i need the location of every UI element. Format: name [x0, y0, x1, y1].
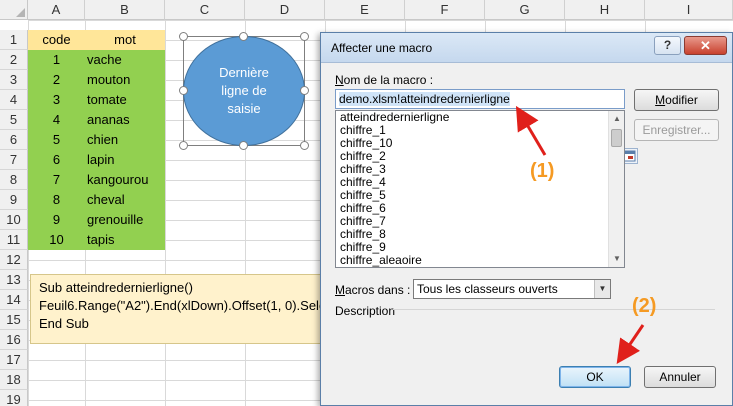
table-cell-mot[interactable]: kangourou: [85, 170, 165, 190]
dialog-titlebar[interactable]: Affecter une macro ? ✕: [321, 33, 732, 63]
row-header-1[interactable]: 1: [0, 30, 28, 50]
vba-code-textbox[interactable]: Sub atteindredernierligne() Feuil6.Range…: [30, 274, 330, 344]
column-header-a[interactable]: A: [28, 0, 85, 20]
table-cell-code[interactable]: 9: [28, 210, 85, 230]
table-cell-code[interactable]: 3: [28, 90, 85, 110]
row-header-17[interactable]: 17: [0, 350, 28, 370]
column-header-e[interactable]: E: [325, 0, 405, 20]
row-header-2[interactable]: 2: [0, 50, 28, 70]
row-header-15[interactable]: 15: [0, 310, 28, 330]
column-header-b[interactable]: B: [85, 0, 165, 20]
row-header-13[interactable]: 13: [0, 270, 28, 290]
table-cell-mot[interactable]: tapis: [85, 230, 165, 250]
resize-handle[interactable]: [239, 141, 248, 150]
column-header-i[interactable]: I: [645, 0, 733, 20]
code-line: Sub atteindredernierligne(): [39, 280, 193, 295]
table-cell-mot[interactable]: grenouille: [85, 210, 165, 230]
scroll-down-icon[interactable]: ▼: [609, 251, 624, 267]
resize-handle[interactable]: [239, 32, 248, 41]
list-scrollbar[interactable]: ▲ ▼: [608, 111, 624, 267]
table-cell-mot[interactable]: tomate: [85, 90, 165, 110]
annotation-step-2: (2): [632, 295, 657, 317]
enregistrer-button[interactable]: Enregistrer...: [634, 119, 719, 141]
cell-a1[interactable]: code: [28, 30, 85, 50]
macro-name-input[interactable]: demo.xlsm!atteindredernierligne: [335, 89, 638, 164]
table-cell-mot[interactable]: cheval: [85, 190, 165, 210]
help-button[interactable]: ?: [654, 36, 681, 55]
ok-button[interactable]: OK: [559, 366, 631, 388]
chevron-down-icon[interactable]: ▼: [594, 280, 610, 298]
row-header-7[interactable]: 7: [0, 150, 28, 170]
row-header-5[interactable]: 5: [0, 110, 28, 130]
assign-macro-dialog: Affecter une macro ? ✕ Nom de la macro :…: [320, 32, 733, 406]
macro-name-label: Nom de la macro :: [335, 73, 434, 87]
cell-b1[interactable]: mot: [85, 30, 165, 50]
macro-button-shape[interactable]: Dernière ligne de saisie: [183, 36, 305, 146]
table-cell-mot[interactable]: ananas: [85, 110, 165, 130]
code-line: Feuil6.Range("A2").End(xlDown).Offset(1,…: [39, 298, 330, 313]
table-cell-mot[interactable]: mouton: [85, 70, 165, 90]
close-button[interactable]: ✕: [684, 36, 727, 55]
macros-in-label: Macros dans :: [335, 283, 411, 297]
row-header-18[interactable]: 18: [0, 370, 28, 390]
list-item[interactable]: chiffre_aleaoire: [336, 254, 624, 267]
scroll-thumb[interactable]: [611, 129, 622, 147]
resize-handle[interactable]: [300, 32, 309, 41]
column-header-d[interactable]: D: [245, 0, 325, 20]
modifier-button[interactable]: Modifier: [634, 89, 719, 111]
row-header-9[interactable]: 9: [0, 190, 28, 210]
column-header-h[interactable]: H: [565, 0, 645, 20]
row-header-14[interactable]: 14: [0, 290, 28, 310]
resize-handle[interactable]: [179, 141, 188, 150]
row-header-8[interactable]: 8: [0, 170, 28, 190]
table-cell-code[interactable]: 5: [28, 130, 85, 150]
resize-handle[interactable]: [179, 86, 188, 95]
macros-in-value: Tous les classeurs ouverts: [417, 282, 558, 296]
resize-handle[interactable]: [179, 32, 188, 41]
shape-text-line: Dernière: [219, 65, 269, 80]
table-cell-code[interactable]: 7: [28, 170, 85, 190]
row-header-4[interactable]: 4: [0, 90, 28, 110]
table-cell-code[interactable]: 10: [28, 230, 85, 250]
row-header-19[interactable]: 19: [0, 390, 28, 406]
table-cell-mot[interactable]: vache: [85, 50, 165, 70]
select-all-triangle-icon: [16, 8, 25, 17]
code-line: End Sub: [39, 316, 89, 331]
row-header-12[interactable]: 12: [0, 250, 28, 270]
annotation-step-1: (1): [530, 160, 555, 182]
column-header-c[interactable]: C: [165, 0, 245, 20]
row-header-10[interactable]: 10: [0, 210, 28, 230]
macro-name-value: demo.xlsm!atteindredernierligne: [339, 92, 510, 106]
macro-list[interactable]: atteindredernierligne chiffre_1 chiffre_…: [335, 110, 625, 268]
column-header-g[interactable]: G: [485, 0, 565, 20]
table-cell-code[interactable]: 4: [28, 110, 85, 130]
description-label: Description: [335, 304, 396, 318]
table-cell-code[interactable]: 2: [28, 70, 85, 90]
scroll-up-icon[interactable]: ▲: [609, 111, 624, 127]
select-all-corner[interactable]: [0, 0, 28, 20]
table-cell-code[interactable]: 8: [28, 190, 85, 210]
dialog-title: Affecter une macro: [331, 41, 433, 55]
row-header-16[interactable]: 16: [0, 330, 28, 350]
column-header-f[interactable]: F: [405, 0, 485, 20]
description-divider: [393, 309, 715, 310]
table-cell-mot[interactable]: lapin: [85, 150, 165, 170]
row-header-11[interactable]: 11: [0, 230, 28, 250]
shape-text-line: ligne de: [221, 83, 267, 98]
table-cell-code[interactable]: 1: [28, 50, 85, 70]
resize-handle[interactable]: [300, 86, 309, 95]
row-header-6[interactable]: 6: [0, 130, 28, 150]
resize-handle[interactable]: [300, 141, 309, 150]
table-cell-mot[interactable]: chien: [85, 130, 165, 150]
table-cell-code[interactable]: 6: [28, 150, 85, 170]
cancel-button[interactable]: Annuler: [644, 366, 716, 388]
row-header-3[interactable]: 3: [0, 70, 28, 90]
macros-in-select[interactable]: Tous les classeurs ouverts ▼: [413, 279, 611, 299]
shape-text-line: saisie: [227, 101, 261, 116]
